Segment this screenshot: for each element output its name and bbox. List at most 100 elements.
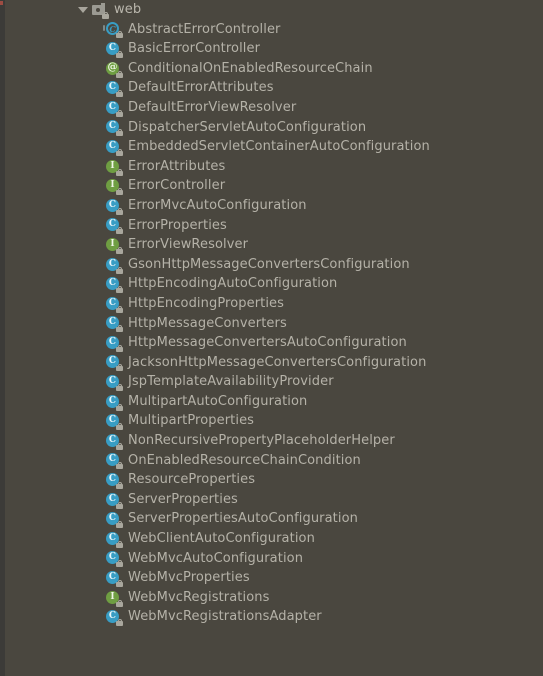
lock-badge-icon — [116, 109, 123, 117]
interface-icon: I — [106, 159, 123, 176]
tree-row-item[interactable]: C DispatcherServletAutoConfiguration — [5, 118, 543, 138]
tree-row-item[interactable]: C WebClientAutoConfiguration — [5, 529, 543, 549]
lock-badge-icon — [116, 31, 123, 39]
tree-item-label: EmbeddedServletContainerAutoConfiguratio… — [128, 139, 430, 155]
tree-row-item[interactable]: I ErrorViewResolver — [5, 235, 543, 255]
lock-badge-icon — [116, 403, 123, 411]
lock-badge-icon — [116, 325, 123, 333]
lock-badge-icon — [116, 364, 123, 372]
annotation-icon: @ — [106, 61, 123, 78]
lock-badge-icon — [116, 227, 123, 235]
tree-item-label: MultipartProperties — [128, 413, 255, 429]
tree-row-item[interactable]: C HttpMessageConvertersAutoConfiguration — [5, 333, 543, 353]
class-icon: C — [106, 217, 123, 235]
class-icon: C — [106, 433, 123, 450]
tree-row-item[interactable]: C JspTemplateAvailabilityProvider — [5, 372, 543, 392]
lock-badge-icon — [116, 286, 123, 294]
project-tree-panel[interactable]: web C AbstractErrorController C BasicErrorC… — [5, 0, 543, 676]
tree-row-item[interactable]: C ServerPropertiesAutoConfiguration — [5, 509, 543, 529]
tree-item-label: WebClientAutoConfiguration — [128, 531, 315, 547]
lock-badge-icon — [116, 90, 123, 98]
lock-badge-icon — [116, 384, 123, 392]
lock-badge-icon — [116, 168, 123, 176]
lock-badge-icon — [116, 540, 123, 548]
class-icon: C — [106, 531, 123, 548]
tree-item-label: AbstractErrorController — [128, 21, 281, 37]
interface-icon: I — [106, 590, 123, 607]
tree-row-item[interactable]: C HttpEncodingAutoConfiguration — [5, 274, 543, 294]
class-icon: C — [106, 315, 123, 333]
tree-row-item[interactable]: I WebMvcRegistrations — [5, 588, 543, 608]
tree-item-label: ConditionalOnEnabledResourceChain — [128, 60, 373, 76]
lock-badge-icon — [116, 619, 123, 627]
tree-item-label: ErrorViewResolver — [128, 237, 249, 253]
tree-item-label: ErrorProperties — [128, 217, 227, 233]
class-icon: C — [106, 570, 123, 588]
tree-item-label: GsonHttpMessageConvertersConfiguration — [128, 256, 410, 272]
tree-row-item[interactable]: C WebMvcProperties — [5, 568, 543, 588]
lock-badge-icon — [116, 462, 123, 470]
lock-badge-icon — [116, 50, 123, 58]
tree-row-item[interactable]: C DefaultErrorAttributes — [5, 78, 543, 98]
tree-row-item[interactable]: C HttpEncodingProperties — [5, 294, 543, 314]
tree-root-label: web — [114, 2, 142, 17]
interface-icon: I — [106, 237, 123, 254]
class-icon: C — [106, 276, 123, 294]
tree-row-root-package[interactable]: web — [5, 0, 543, 20]
tree-item-label: DispatcherServletAutoConfiguration — [128, 119, 367, 135]
tree-row-item[interactable]: C WebMvcAutoConfiguration — [5, 549, 543, 569]
class-icon: C — [106, 472, 123, 490]
lock-badge-icon — [116, 482, 123, 490]
tree-row-item[interactable]: I ErrorController — [5, 176, 543, 196]
lock-badge-icon — [116, 599, 123, 607]
tree-row-item[interactable]: C DefaultErrorViewResolver — [5, 98, 543, 118]
tree-row-item[interactable]: C ResourceProperties — [5, 470, 543, 490]
lock-badge-icon — [116, 560, 123, 568]
tree-item-label: MultipartAutoConfiguration — [128, 393, 308, 409]
tree-item-label: ErrorController — [128, 178, 226, 194]
tree-row-item[interactable]: @ ConditionalOnEnabledResourceChain — [5, 59, 543, 79]
tree-row-item[interactable]: C MultipartProperties — [5, 411, 543, 431]
lock-badge-icon — [116, 129, 123, 137]
class-icon: C — [106, 413, 123, 431]
tree-row-item[interactable]: C BasicErrorController — [5, 39, 543, 59]
tree-row-item[interactable]: C NonRecursivePropertyPlaceholderHelper — [5, 431, 543, 451]
class-icon: C — [106, 119, 123, 137]
tree-row-item[interactable]: C ErrorMvcAutoConfiguration — [5, 196, 543, 216]
lock-badge-icon — [116, 344, 123, 352]
lock-badge-icon — [116, 188, 123, 196]
class-icon: C — [106, 394, 123, 411]
tree-item-label: ServerProperties — [128, 491, 238, 507]
tree-row-item[interactable]: C ServerProperties — [5, 490, 543, 510]
tree-item-label: HttpMessageConverters — [128, 315, 287, 331]
tree-row-item[interactable]: C AbstractErrorController — [5, 20, 543, 40]
tree-row-item[interactable]: C WebMvcRegistrationsAdapter — [5, 607, 543, 627]
tree-item-label: WebMvcProperties — [128, 570, 250, 586]
class-icon: C — [106, 374, 123, 392]
class-icon: C — [106, 80, 123, 98]
tree-children-container: C AbstractErrorController C BasicErrorContr… — [5, 20, 543, 627]
lock-badge-icon — [116, 148, 123, 156]
tree-row-item[interactable]: C GsonHttpMessageConvertersConfiguration — [5, 255, 543, 275]
lock-badge-icon — [116, 207, 123, 215]
triangle-down-icon[interactable] — [77, 4, 89, 16]
tree-row-item[interactable]: C MultipartAutoConfiguration — [5, 392, 543, 412]
lock-badge-icon — [116, 266, 123, 274]
tree-item-label: JacksonHttpMessageConvertersConfiguratio… — [128, 354, 427, 370]
class-icon: C — [106, 100, 123, 117]
tree-row-item[interactable]: C ErrorProperties — [5, 216, 543, 236]
tree-row-item[interactable]: I ErrorAttributes — [5, 157, 543, 177]
tree-item-label: HttpEncodingProperties — [128, 295, 285, 311]
class-icon: C — [106, 257, 123, 274]
tree-item-label: WebMvcRegistrations — [128, 589, 270, 605]
class-icon: C — [106, 609, 123, 627]
tree-item-label: HttpMessageConvertersAutoConfiguration — [128, 335, 407, 351]
tree-item-label: WebMvcAutoConfiguration — [128, 550, 304, 566]
tree-row-item[interactable]: C HttpMessageConverters — [5, 314, 543, 334]
lock-badge-icon — [102, 11, 109, 19]
tree-row-item[interactable]: C EmbeddedServletContainerAutoConfigurati… — [5, 137, 543, 157]
tree-row-item[interactable]: C JacksonHttpMessageConvertersConfigurati… — [5, 353, 543, 373]
class-icon: C — [106, 41, 123, 58]
class-icon: C — [106, 492, 123, 509]
tree-row-item[interactable]: C OnEnabledResourceChainCondition — [5, 451, 543, 471]
